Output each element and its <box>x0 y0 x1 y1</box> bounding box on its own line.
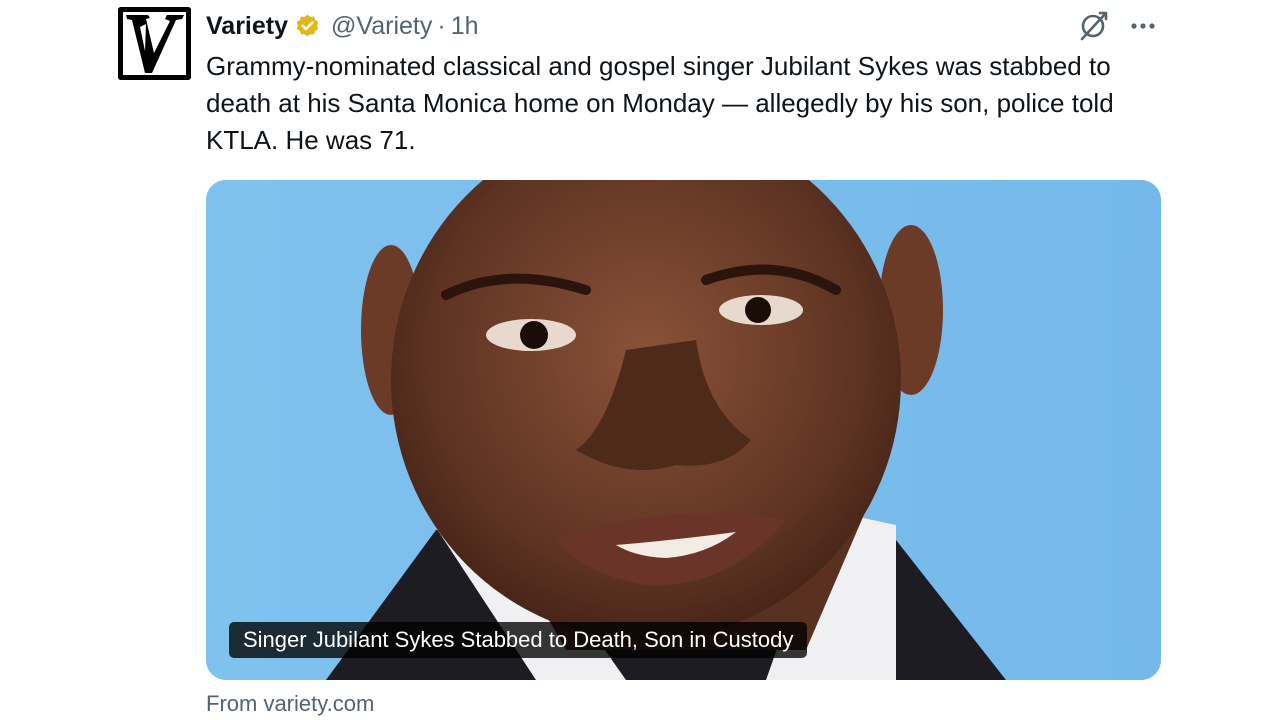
more-options-icon[interactable] <box>1128 11 1158 41</box>
author-display-name[interactable]: Variety <box>206 12 288 41</box>
verified-badge-icon[interactable] <box>294 13 321 40</box>
tweet-timestamp[interactable]: 1h <box>451 12 479 41</box>
tweet-text: Grammy-nominated classical and gospel si… <box>206 51 1114 155</box>
source-link[interactable]: From variety.com <box>206 690 374 718</box>
grok-icon[interactable] <box>1076 9 1110 43</box>
tweet-header: Variety @Variety · 1h <box>206 8 479 44</box>
card-caption: Singer Jubilant Sykes Stabbed to Death, … <box>229 622 808 658</box>
header-separator: · <box>437 11 446 40</box>
tweet-header-actions <box>1076 8 1158 44</box>
variety-logo-icon <box>118 7 191 80</box>
tweet: Variety @Variety · 1h Grammy-nominated c… <box>0 0 1280 720</box>
avatar[interactable] <box>118 7 191 80</box>
author-handle[interactable]: @Variety <box>331 12 432 41</box>
article-photo <box>206 180 1161 680</box>
link-card[interactable]: Singer Jubilant Sykes Stabbed to Death, … <box>206 180 1161 680</box>
